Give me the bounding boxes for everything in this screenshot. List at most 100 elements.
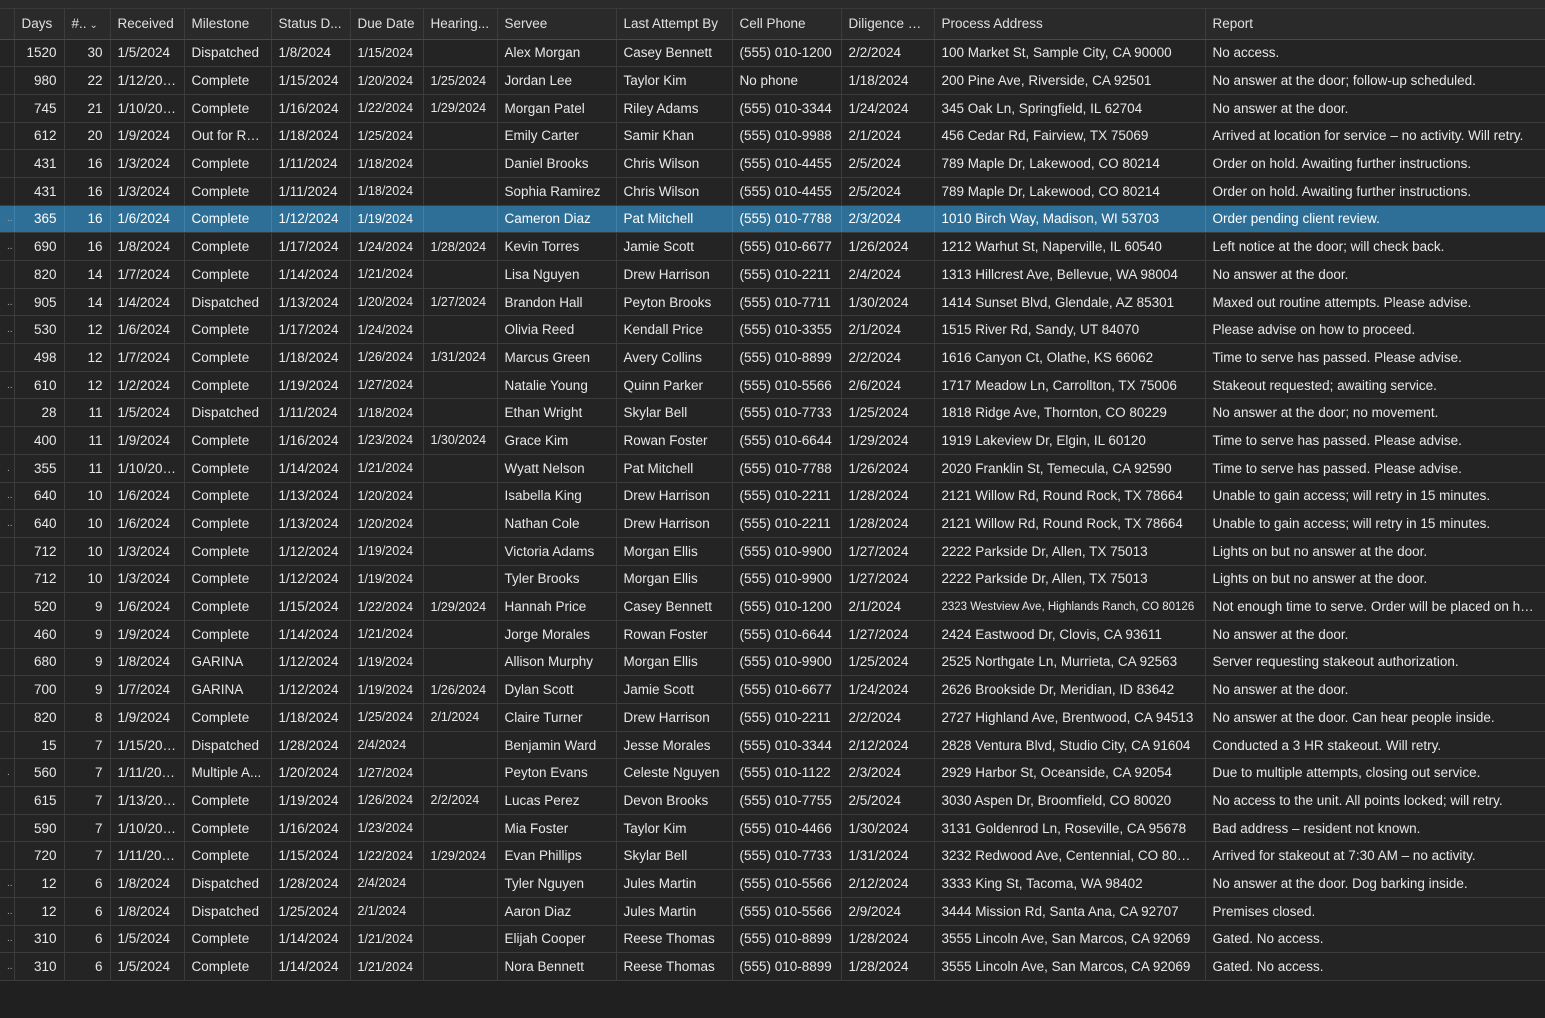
cell-milestone[interactable]: Complete xyxy=(184,315,272,345)
cell-status-date[interactable]: 1/11/2024 xyxy=(271,398,351,428)
cell-diligence-date[interactable]: 1/27/2024 xyxy=(841,565,935,594)
cell-hearing[interactable] xyxy=(423,205,498,234)
table-row[interactable]: .. 640 10 1/6/2024 Complete 1/13/2024 1/20/202… xyxy=(0,509,1545,538)
cell-last-attempt-by[interactable]: Skylar Bell xyxy=(616,841,733,871)
cell-count[interactable]: 30 xyxy=(64,39,111,68)
cell-report[interactable]: Conducted a 3 HR stakeout. Will retry. xyxy=(1205,731,1545,760)
cell-servee[interactable]: Jorge Morales xyxy=(497,620,617,649)
cell-received[interactable]: 1/15/2024 xyxy=(110,731,185,760)
row-indicator[interactable]: .. xyxy=(0,482,15,511)
row-indicator[interactable]: .. xyxy=(0,952,15,981)
cell-milestone[interactable]: Complete xyxy=(184,592,272,621)
cell-received[interactable]: 1/11/2024 xyxy=(110,758,185,788)
cell-last-attempt-by[interactable]: Casey Bennett xyxy=(616,39,733,68)
cell-milestone[interactable]: Complete xyxy=(184,952,272,981)
cell-report[interactable]: Server requesting stakeout authorization… xyxy=(1205,648,1545,677)
cell-status-date[interactable]: 1/11/2024 xyxy=(271,177,351,206)
cell-last-attempt-by[interactable]: Peyton Brooks xyxy=(616,288,733,317)
cell-cell-phone[interactable]: (555) 010-6677 xyxy=(732,675,842,704)
cell-process-address[interactable]: 2525 Northgate Ln, Murrieta, CA 92563 xyxy=(934,648,1206,677)
cell-status-date[interactable]: 1/16/2024 xyxy=(271,426,351,455)
cell-cell-phone[interactable]: (555) 010-9988 xyxy=(732,122,842,151)
row-indicator[interactable]: .. xyxy=(0,315,15,345)
cell-days[interactable]: 690 xyxy=(14,232,65,261)
cell-process-address[interactable]: 2121 Willow Rd, Round Rock, TX 78664 xyxy=(934,509,1206,538)
table-row[interactable]: .. 690 16 1/8/2024 Complete 1/17/2024 1/24/202… xyxy=(0,232,1545,261)
cell-servee[interactable]: Evan Phillips xyxy=(497,841,617,871)
cell-cell-phone[interactable]: (555) 010-8899 xyxy=(732,952,842,981)
cell-hearing[interactable] xyxy=(423,814,498,843)
cell-servee[interactable]: Allison Murphy xyxy=(497,648,617,677)
row-indicator[interactable] xyxy=(0,149,15,178)
cell-report[interactable]: No answer at the door. xyxy=(1205,675,1545,704)
cell-hearing[interactable]: 1/29/2024 xyxy=(423,841,498,871)
cell-received[interactable]: 1/12/2024 xyxy=(110,66,185,95)
row-indicator[interactable] xyxy=(0,648,15,677)
cell-process-address[interactable]: 2727 Highland Ave, Brentwood, CA 94513 xyxy=(934,703,1206,732)
cell-received[interactable]: 1/5/2024 xyxy=(110,398,185,428)
cell-last-attempt-by[interactable]: Quinn Parker xyxy=(616,371,733,400)
row-indicator[interactable] xyxy=(0,66,15,95)
cell-due-date[interactable]: 1/26/2024 xyxy=(350,343,424,372)
cell-count[interactable]: 9 xyxy=(64,648,111,677)
row-indicator[interactable]: . xyxy=(0,454,15,483)
cell-due-date[interactable]: 1/22/2024 xyxy=(350,592,424,621)
cell-hearing[interactable]: 1/28/2024 xyxy=(423,232,498,261)
cell-days[interactable]: 12 xyxy=(14,897,65,926)
cell-process-address[interactable]: 2626 Brookside Dr, Meridian, ID 83642 xyxy=(934,675,1206,704)
cell-hearing[interactable] xyxy=(423,565,498,594)
cell-report[interactable]: Bad address – resident not known. xyxy=(1205,814,1545,843)
cell-last-attempt-by[interactable]: Rowan Foster xyxy=(616,426,733,455)
cell-report[interactable]: No answer at the door. Can hear people i… xyxy=(1205,703,1545,732)
cell-servee[interactable]: Sophia Ramirez xyxy=(497,177,617,206)
cell-milestone[interactable]: Complete xyxy=(184,149,272,178)
cell-status-date[interactable]: 1/12/2024 xyxy=(271,537,351,566)
cell-milestone[interactable]: Complete xyxy=(184,620,272,649)
cell-days[interactable]: 612 xyxy=(14,122,65,151)
cell-count[interactable]: 11 xyxy=(64,398,111,428)
cell-days[interactable]: 905 xyxy=(14,288,65,317)
cell-received[interactable]: 1/10/2024 xyxy=(110,814,185,843)
cell-due-date[interactable]: 1/18/2024 xyxy=(350,177,424,206)
cell-process-address[interactable]: 2222 Parkside Dr, Allen, TX 75013 xyxy=(934,537,1206,566)
row-indicator[interactable] xyxy=(0,703,15,732)
cell-milestone[interactable]: Complete xyxy=(184,66,272,95)
cell-due-date[interactable]: 1/26/2024 xyxy=(350,786,424,815)
cell-diligence-date[interactable]: 2/12/2024 xyxy=(841,869,935,898)
cell-servee[interactable]: Elijah Cooper xyxy=(497,925,617,954)
cell-report[interactable]: Time to serve has passed. Please advise. xyxy=(1205,454,1545,483)
table-row[interactable]: 820 8 1/9/2024 Complete 1/18/2024 1/25/2024 2/… xyxy=(0,703,1545,732)
cell-hearing[interactable] xyxy=(423,398,498,428)
cell-cell-phone[interactable]: (555) 010-7788 xyxy=(732,205,842,234)
cell-count[interactable]: 7 xyxy=(64,841,111,871)
cell-servee[interactable]: Wyatt Nelson xyxy=(497,454,617,483)
cell-received[interactable]: 1/13/2024 xyxy=(110,786,185,815)
cell-received[interactable]: 1/5/2024 xyxy=(110,925,185,954)
cell-diligence-date[interactable]: 1/28/2024 xyxy=(841,952,935,981)
cell-cell-phone[interactable]: (555) 010-5566 xyxy=(732,371,842,400)
cell-count[interactable]: 22 xyxy=(64,66,111,95)
cell-status-date[interactable]: 1/14/2024 xyxy=(271,620,351,649)
cell-report[interactable]: Time to serve has passed. Please advise. xyxy=(1205,426,1545,455)
cell-due-date[interactable]: 1/19/2024 xyxy=(350,675,424,704)
cell-milestone[interactable]: Multiple A... xyxy=(184,758,272,788)
cell-received[interactable]: 1/4/2024 xyxy=(110,288,185,317)
cell-status-date[interactable]: 1/12/2024 xyxy=(271,648,351,677)
cell-count[interactable]: 16 xyxy=(64,177,111,206)
cell-report[interactable]: Left notice at the door; will check back… xyxy=(1205,232,1545,261)
cell-received[interactable]: 1/11/2024 xyxy=(110,841,185,871)
cell-days[interactable]: 712 xyxy=(14,537,65,566)
cell-last-attempt-by[interactable]: Samir Khan xyxy=(616,122,733,151)
cell-received[interactable]: 1/10/2024 xyxy=(110,454,185,483)
cell-status-date[interactable]: 1/18/2024 xyxy=(271,703,351,732)
table-row[interactable]: 612 20 1/9/2024 Out for Re... 1/18/2024 1/25/… xyxy=(0,122,1545,151)
cell-count[interactable]: 9 xyxy=(64,620,111,649)
cell-diligence-date[interactable]: 1/28/2024 xyxy=(841,925,935,954)
cell-report[interactable]: No answer at the door. xyxy=(1205,620,1545,649)
cell-last-attempt-by[interactable]: Pat Mitchell xyxy=(616,454,733,483)
cell-diligence-date[interactable]: 2/9/2024 xyxy=(841,897,935,926)
cell-diligence-date[interactable]: 1/18/2024 xyxy=(841,66,935,95)
row-indicator[interactable]: .. xyxy=(0,869,15,898)
cell-last-attempt-by[interactable]: Chris Wilson xyxy=(616,149,733,178)
cell-hearing[interactable] xyxy=(423,952,498,981)
